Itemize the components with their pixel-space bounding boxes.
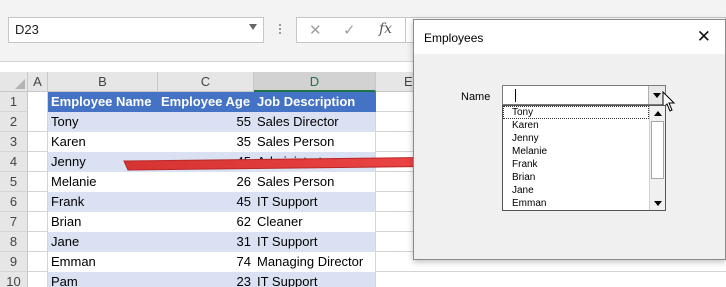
column-header-a[interactable]: A — [28, 72, 48, 92]
name-label: Name — [461, 91, 491, 103]
dropdown-item[interactable]: Jenny — [503, 132, 649, 145]
dropdown-item[interactable]: Tony — [503, 106, 649, 119]
cell-job[interactable]: Sales Person — [254, 132, 376, 152]
cell-name[interactable]: Emman — [48, 252, 158, 272]
row-header[interactable]: 8 — [0, 232, 28, 252]
cell-job[interactable]: IT Support — [254, 232, 376, 252]
cell-age[interactable]: 55 — [158, 112, 254, 132]
insert-function-icon[interactable]: fx — [379, 21, 392, 37]
enter-icon[interactable]: ✓ — [343, 21, 356, 39]
close-icon[interactable]: ✕ — [697, 27, 711, 47]
dropdown-scrollbar[interactable] — [649, 106, 665, 210]
dropdown-item[interactable]: Emman — [503, 197, 649, 210]
text-caret — [515, 89, 516, 102]
name-dropdown-list: Tony Karen Jenny Melanie Frank Brian Jan… — [502, 105, 666, 211]
header-employee-name[interactable]: Employee Name — [48, 92, 158, 112]
cell[interactable] — [28, 232, 48, 252]
cell-name[interactable]: Frank — [48, 192, 158, 212]
header-job-description[interactable]: Job Description — [254, 92, 376, 112]
select-all-triangle-icon — [15, 79, 25, 89]
row-header[interactable]: 9 — [0, 252, 28, 272]
cell-age[interactable]: 23 — [158, 272, 254, 287]
cell-age[interactable]: 26 — [158, 172, 254, 192]
formula-buttons: ✕ ✓ fx — [296, 17, 406, 43]
dialog-titlebar[interactable]: Employees ✕ — [414, 20, 725, 54]
name-combobox[interactable] — [502, 85, 666, 105]
cell-job[interactable]: IT Support — [254, 192, 376, 212]
row-header[interactable]: 3 — [0, 132, 28, 152]
scroll-thumb[interactable] — [651, 121, 664, 179]
column-header-d[interactable]: D — [254, 72, 376, 92]
cell-name[interactable]: Jenny — [48, 152, 158, 172]
dropdown-item[interactable]: Melanie — [503, 145, 649, 158]
cancel-icon[interactable]: ✕ — [309, 21, 322, 39]
name-box[interactable]: D23 — [8, 17, 264, 43]
cell-name[interactable]: Jane — [48, 232, 158, 252]
table-row: Pam 23 IT Support — [28, 272, 726, 287]
cell-age[interactable]: 62 — [158, 212, 254, 232]
cell-name[interactable]: Melanie — [48, 172, 158, 192]
cell[interactable] — [28, 252, 48, 272]
drag-handle-icon[interactable] — [279, 22, 282, 38]
cell[interactable] — [28, 272, 48, 287]
name-box-value: D23 — [15, 22, 39, 37]
cell-name[interactable]: Brian — [48, 212, 158, 232]
row-header[interactable]: 6 — [0, 192, 28, 212]
row-header[interactable]: 2 — [0, 112, 28, 132]
header-employee-age[interactable]: Employee Age — [158, 92, 254, 112]
cell[interactable] — [28, 152, 48, 172]
select-all-button[interactable] — [0, 72, 28, 92]
cell-age[interactable]: 45 — [158, 152, 254, 172]
cell[interactable] — [28, 212, 48, 232]
row-header[interactable]: 1 — [0, 92, 28, 112]
cell-age[interactable]: 35 — [158, 132, 254, 152]
cell[interactable] — [28, 112, 48, 132]
chevron-down-icon — [653, 93, 661, 98]
cell[interactable] — [28, 192, 48, 212]
chevron-down-icon[interactable] — [249, 24, 257, 30]
dropdown-item[interactable]: Frank — [503, 158, 649, 171]
column-header-b[interactable]: B — [48, 72, 158, 92]
cell-age[interactable]: 74 — [158, 252, 254, 272]
cell-job[interactable]: Cleaner — [254, 212, 376, 232]
row-header[interactable]: 5 — [0, 172, 28, 192]
row-header[interactable]: 4 — [0, 152, 28, 172]
dropdown-item[interactable]: Brian — [503, 171, 649, 184]
dropdown-item[interactable]: Jane — [503, 184, 649, 197]
dropdown-item[interactable]: Karen — [503, 119, 649, 132]
cell-job[interactable]: Administrator — [254, 152, 376, 172]
cell-job[interactable]: Sales Person — [254, 172, 376, 192]
column-header-c[interactable]: C — [158, 72, 254, 92]
cell-age[interactable]: 31 — [158, 232, 254, 252]
cell-name[interactable]: Pam — [48, 272, 158, 287]
employees-dialog: Employees ✕ Name Tony Karen Jenny Melani… — [413, 19, 726, 260]
cell-job[interactable]: Sales Director — [254, 112, 376, 132]
cell-job[interactable]: IT Support — [254, 272, 376, 287]
cell-age[interactable]: 45 — [158, 192, 254, 212]
triangle-up-icon — [654, 111, 662, 116]
scroll-down-button[interactable] — [650, 196, 665, 210]
dialog-title: Employees — [424, 31, 484, 45]
row-header[interactable]: 10 — [0, 272, 28, 287]
cell[interactable] — [28, 172, 48, 192]
cell[interactable] — [28, 92, 48, 112]
triangle-down-icon — [654, 201, 662, 206]
scroll-up-button[interactable] — [650, 106, 665, 120]
cell[interactable] — [28, 132, 48, 152]
cell-name[interactable]: Tony — [48, 112, 158, 132]
row-header[interactable]: 7 — [0, 212, 28, 232]
cell-name[interactable]: Karen — [48, 132, 158, 152]
cell-job[interactable]: Managing Director — [254, 252, 376, 272]
